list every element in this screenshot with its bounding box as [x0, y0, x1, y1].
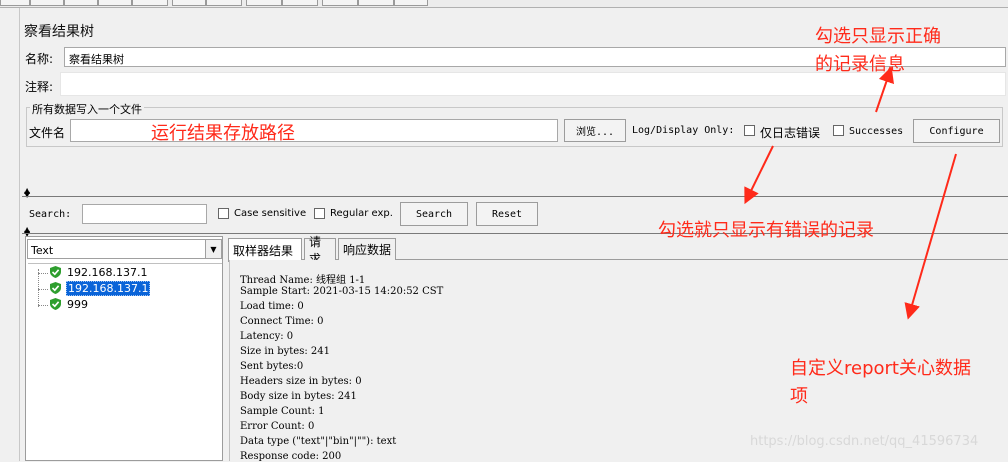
arrow-from-configure — [904, 153, 957, 320]
watermark: https://blog.csdn.net/qq_41596734 — [750, 434, 979, 449]
arrow-to-success-note — [875, 66, 894, 113]
arrow-to-errors-checkbox — [744, 145, 774, 205]
annotation-arrows — [744, 66, 957, 320]
